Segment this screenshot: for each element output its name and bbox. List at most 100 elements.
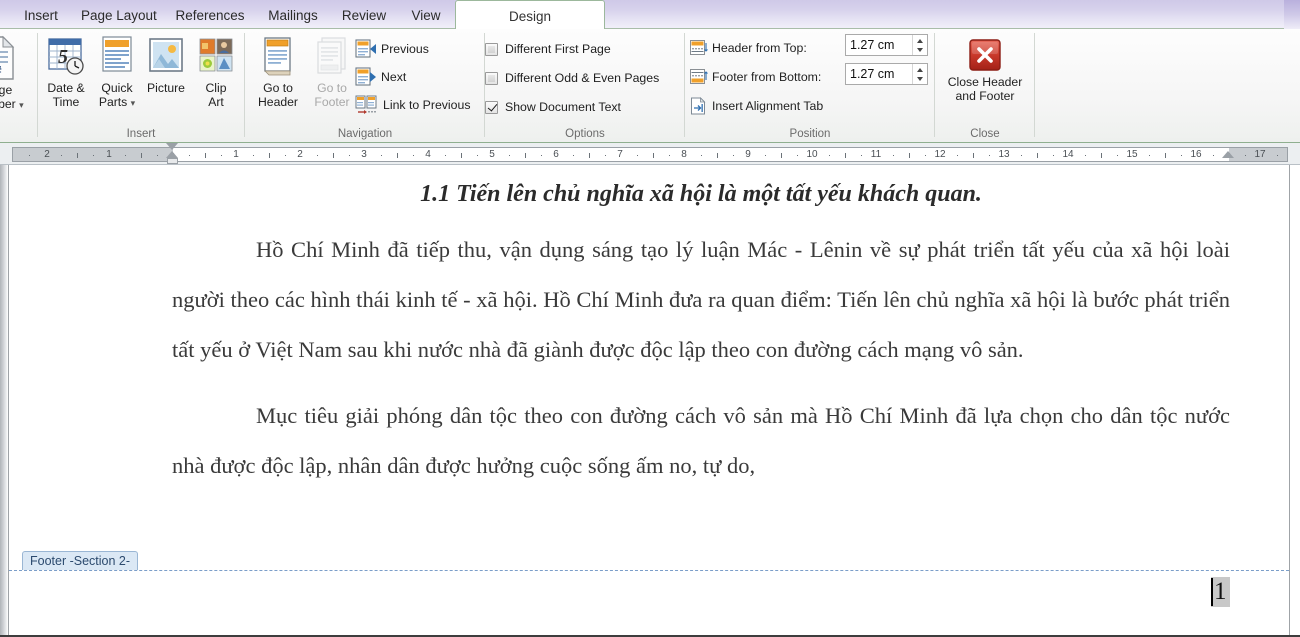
date-and-time-button[interactable]: 5 Date & Time xyxy=(40,35,92,109)
go-to-footer-button[interactable]: Go to Footer xyxy=(303,35,361,109)
ribbon-tab-bar: Insert Page Layout References Mailings R… xyxy=(0,0,1300,29)
ribbon-surface: # Page Number ▾ xyxy=(0,29,1300,142)
go-to-footer-label-line2: Footer xyxy=(303,95,361,109)
clip-art-icon xyxy=(196,35,236,79)
go-to-header-label-line1: Go to xyxy=(249,81,307,95)
footer-from-bottom-field[interactable] xyxy=(845,63,928,85)
different-first-page-checkbox[interactable] xyxy=(485,43,498,56)
text-cursor xyxy=(1211,578,1213,606)
spinner-up-icon[interactable] xyxy=(913,64,927,74)
page-left-shadow xyxy=(0,165,8,637)
spinner-up-icon[interactable] xyxy=(913,35,927,45)
tab-mailings[interactable]: Mailings xyxy=(256,0,330,29)
close-header-and-footer-button[interactable]: Close Header and Footer xyxy=(939,37,1031,103)
quick-parts-icon xyxy=(98,35,136,79)
different-odd-even-pages-checkbox[interactable] xyxy=(485,72,498,85)
header-from-top-spinner[interactable] xyxy=(912,35,927,55)
quick-parts-label-line2: Parts ▾ xyxy=(90,95,144,110)
footer-from-bottom-spinner[interactable] xyxy=(912,64,927,84)
show-document-text-checkbox[interactable] xyxy=(485,101,498,114)
footer-from-bottom-icon xyxy=(690,69,708,85)
group-label-close: Close xyxy=(935,128,1035,140)
divider xyxy=(37,33,38,137)
page-number-label-line1: Page xyxy=(0,83,28,97)
go-to-header-icon xyxy=(260,35,296,79)
different-odd-even-pages-option[interactable]: Different Odd & Even Pages xyxy=(485,68,659,88)
right-indent-marker[interactable] xyxy=(1222,151,1234,158)
tab-references[interactable]: References xyxy=(164,0,256,29)
next-section-button[interactable]: Next xyxy=(355,66,406,88)
hanging-indent-marker[interactable] xyxy=(166,151,178,158)
body-paragraph-2: Mục tiêu giải phóng dân tộc theo con đườ… xyxy=(172,391,1230,491)
ruler-text-area xyxy=(173,148,1229,161)
page-left-border xyxy=(8,165,9,637)
header-from-top-label: Header from Top: xyxy=(712,41,807,55)
footer-from-bottom-row[interactable]: Footer from Bottom: xyxy=(690,66,821,88)
header-from-top-field[interactable] xyxy=(845,34,928,56)
insert-alignment-tab-button[interactable]: Insert Alignment Tab xyxy=(690,95,823,117)
previous-section-label: Previous xyxy=(381,42,429,56)
page-number-button[interactable]: # Page Number ▾ xyxy=(0,35,28,112)
date-time-label-line2: Time xyxy=(40,95,92,109)
link-to-previous-label: Link to Previous xyxy=(383,98,471,112)
footer-from-bottom-label: Footer from Bottom: xyxy=(712,70,821,84)
footer-page-number-field[interactable]: 1 xyxy=(1211,577,1230,607)
tab-page-layout[interactable]: Page Layout xyxy=(72,0,164,29)
group-label-insert: Insert xyxy=(37,128,245,140)
close-x-icon xyxy=(967,37,1003,73)
tab-review[interactable]: Review xyxy=(330,0,398,29)
footer-section-tag: Footer -Section 2- xyxy=(22,551,138,570)
header-from-top-row[interactable]: Header from Top: xyxy=(690,37,807,59)
document-body[interactable]: 1.1 Tiến lên chủ nghĩa xã hội là một tất… xyxy=(172,165,1230,491)
ruler-dot xyxy=(157,155,158,156)
go-to-header-label-line2: Header xyxy=(249,95,307,109)
first-line-indent-marker[interactable] xyxy=(166,143,178,150)
picture-button[interactable]: Picture xyxy=(140,35,192,95)
divider xyxy=(1034,33,1035,137)
go-to-header-button[interactable]: Go to Header xyxy=(249,35,307,109)
body-paragraph-1: Hồ Chí Minh đã tiếp thu, vận dụng sáng t… xyxy=(172,225,1230,375)
quick-parts-button[interactable]: Quick Parts ▾ xyxy=(90,35,144,110)
footer-boundary-line xyxy=(9,570,1289,571)
ribbon-group-position: Header from Top: xyxy=(685,29,935,142)
insert-alignment-tab-label: Insert Alignment Tab xyxy=(712,99,823,113)
ruler-dot xyxy=(125,155,126,156)
previous-section-icon xyxy=(355,39,377,59)
tab-design[interactable]: Design xyxy=(455,0,605,30)
ruler-band[interactable]: 211234567891011121314151617 xyxy=(12,147,1288,162)
previous-section-button[interactable]: Previous xyxy=(355,38,429,60)
chevron-down-icon: ▾ xyxy=(131,98,136,108)
tab-view[interactable]: View xyxy=(398,0,454,29)
horizontal-ruler[interactable]: 211234567891011121314151617 xyxy=(0,143,1300,165)
ribbon: # Page Number ▾ xyxy=(0,29,1300,143)
ribbon-group-close: Close Header and Footer Close xyxy=(935,29,1035,142)
close-header-footer-label-line2: and Footer xyxy=(939,89,1031,103)
footer-from-bottom-input[interactable] xyxy=(846,64,912,84)
page-right-margin xyxy=(1290,165,1300,637)
document-canvas[interactable]: 1.1 Tiến lên chủ nghĩa xã hội là một tất… xyxy=(0,165,1300,637)
left-indent-marker[interactable] xyxy=(167,158,178,164)
header-from-top-input[interactable] xyxy=(846,35,912,55)
show-document-text-label: Show Document Text xyxy=(505,100,621,114)
spinner-down-icon[interactable] xyxy=(913,74,927,84)
clip-art-button[interactable]: Clip Art xyxy=(190,35,242,109)
link-to-previous-button[interactable]: Link to Previous xyxy=(355,94,471,116)
ruler-number: 17 xyxy=(1254,149,1265,160)
ruler-dot xyxy=(61,155,62,156)
page-number-icon: # xyxy=(0,35,17,81)
spinner-down-icon[interactable] xyxy=(913,45,927,55)
close-header-footer-label-line1: Close Header xyxy=(939,75,1031,89)
section-heading: 1.1 Tiến lên chủ nghĩa xã hội là một tất… xyxy=(172,179,1230,209)
ruler-minor-tick xyxy=(141,153,142,158)
show-document-text-option[interactable]: Show Document Text xyxy=(485,97,621,117)
insert-alignment-tab-icon xyxy=(690,97,708,115)
next-section-label: Next xyxy=(381,70,406,84)
go-to-footer-label-line1: Go to xyxy=(303,81,361,95)
ruler-number: 2 xyxy=(44,149,50,160)
different-first-page-option[interactable]: Different First Page xyxy=(485,39,611,59)
ruler-dot xyxy=(29,155,30,156)
ribbon-group-navigation: Go to Header xyxy=(245,29,485,142)
chevron-down-icon: ▾ xyxy=(19,100,24,110)
tab-insert[interactable]: Insert xyxy=(10,0,72,29)
quick-parts-label-line1: Quick xyxy=(90,81,144,95)
